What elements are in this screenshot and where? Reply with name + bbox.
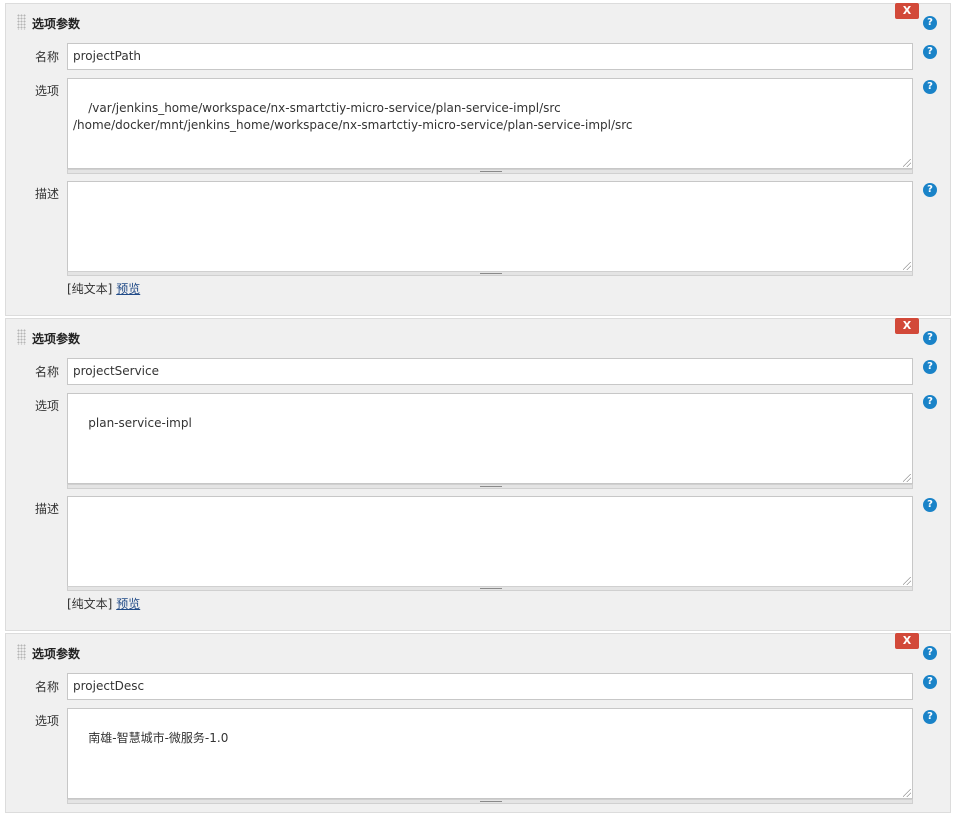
textarea-resize-bar[interactable] xyxy=(67,799,913,804)
name-help-icon[interactable]: ? xyxy=(923,675,937,689)
drag-handle-icon[interactable] xyxy=(17,644,26,660)
description-label: 描述 xyxy=(35,502,60,516)
textarea-resize-bar[interactable] xyxy=(67,586,913,591)
name-input[interactable]: projectPath xyxy=(67,43,913,70)
block-title: 选项参数 xyxy=(32,647,81,661)
description-textarea[interactable] xyxy=(67,181,913,272)
choices-help-icon[interactable]: ? xyxy=(923,710,937,724)
name-input[interactable]: projectDesc xyxy=(67,673,913,700)
parameter-block-project-desc: 选项参数 X ? 名称 projectDesc ? 选项 南雄-智慧城市-微服务… xyxy=(5,633,951,813)
resize-handle-icon[interactable] xyxy=(903,577,911,585)
help-icon[interactable]: ? xyxy=(923,646,937,660)
resize-handle-icon[interactable] xyxy=(903,159,911,167)
markup-format-line: [纯文本] 预览 xyxy=(67,595,140,612)
description-textarea[interactable] xyxy=(67,496,913,587)
markup-format-line: [纯文本] 预览 xyxy=(67,280,140,297)
plain-text-label: [纯文本] xyxy=(67,282,113,296)
description-help-icon[interactable]: ? xyxy=(923,183,937,197)
choices-label: 选项 xyxy=(35,399,60,413)
plain-text-label: [纯文本] xyxy=(67,597,113,611)
name-label: 名称 xyxy=(35,365,60,379)
choices-help-icon[interactable]: ? xyxy=(923,395,937,409)
resize-handle-icon[interactable] xyxy=(903,262,911,270)
choices-label: 选项 xyxy=(35,84,60,98)
help-icon[interactable]: ? xyxy=(923,16,937,30)
help-icon[interactable]: ? xyxy=(923,331,937,345)
choices-textarea[interactable]: plan-service-impl xyxy=(67,393,913,484)
block-title: 选项参数 xyxy=(32,332,81,346)
choices-text: plan-service-impl xyxy=(88,416,192,430)
resize-handle-icon[interactable] xyxy=(903,789,911,797)
choices-help-icon[interactable]: ? xyxy=(923,80,937,94)
name-input[interactable]: projectService xyxy=(67,358,913,385)
preview-link[interactable]: 预览 xyxy=(116,597,140,611)
textarea-resize-bar[interactable] xyxy=(67,169,913,174)
description-help-icon[interactable]: ? xyxy=(923,498,937,512)
choices-text: 南雄-智慧城市-微服务-1.0 xyxy=(88,731,229,745)
textarea-resize-bar[interactable] xyxy=(67,271,913,276)
delete-parameter-button[interactable]: X xyxy=(895,3,919,19)
block-title: 选项参数 xyxy=(32,17,81,31)
description-label: 描述 xyxy=(35,187,60,201)
delete-parameter-button[interactable]: X xyxy=(895,318,919,334)
drag-handle-icon[interactable] xyxy=(17,329,26,345)
name-label: 名称 xyxy=(35,680,60,694)
choices-text: /var/jenkins_home/workspace/nx-smartctiy… xyxy=(73,101,633,132)
choices-textarea[interactable]: 南雄-智慧城市-微服务-1.0 xyxy=(67,708,913,799)
choices-label: 选项 xyxy=(35,714,60,728)
name-help-icon[interactable]: ? xyxy=(923,45,937,59)
preview-link[interactable]: 预览 xyxy=(116,282,140,296)
textarea-resize-bar[interactable] xyxy=(67,484,913,489)
delete-parameter-button[interactable]: X xyxy=(895,633,919,649)
parameter-block-project-path: 选项参数 X ? 名称 projectPath ? 选项 /var/jenkin… xyxy=(5,3,951,316)
drag-handle-icon[interactable] xyxy=(17,14,26,30)
choices-textarea[interactable]: /var/jenkins_home/workspace/nx-smartctiy… xyxy=(67,78,913,169)
name-help-icon[interactable]: ? xyxy=(923,360,937,374)
parameter-block-project-service: 选项参数 X ? 名称 projectService ? 选项 plan-ser… xyxy=(5,318,951,631)
name-label: 名称 xyxy=(35,50,60,64)
resize-handle-icon[interactable] xyxy=(903,474,911,482)
